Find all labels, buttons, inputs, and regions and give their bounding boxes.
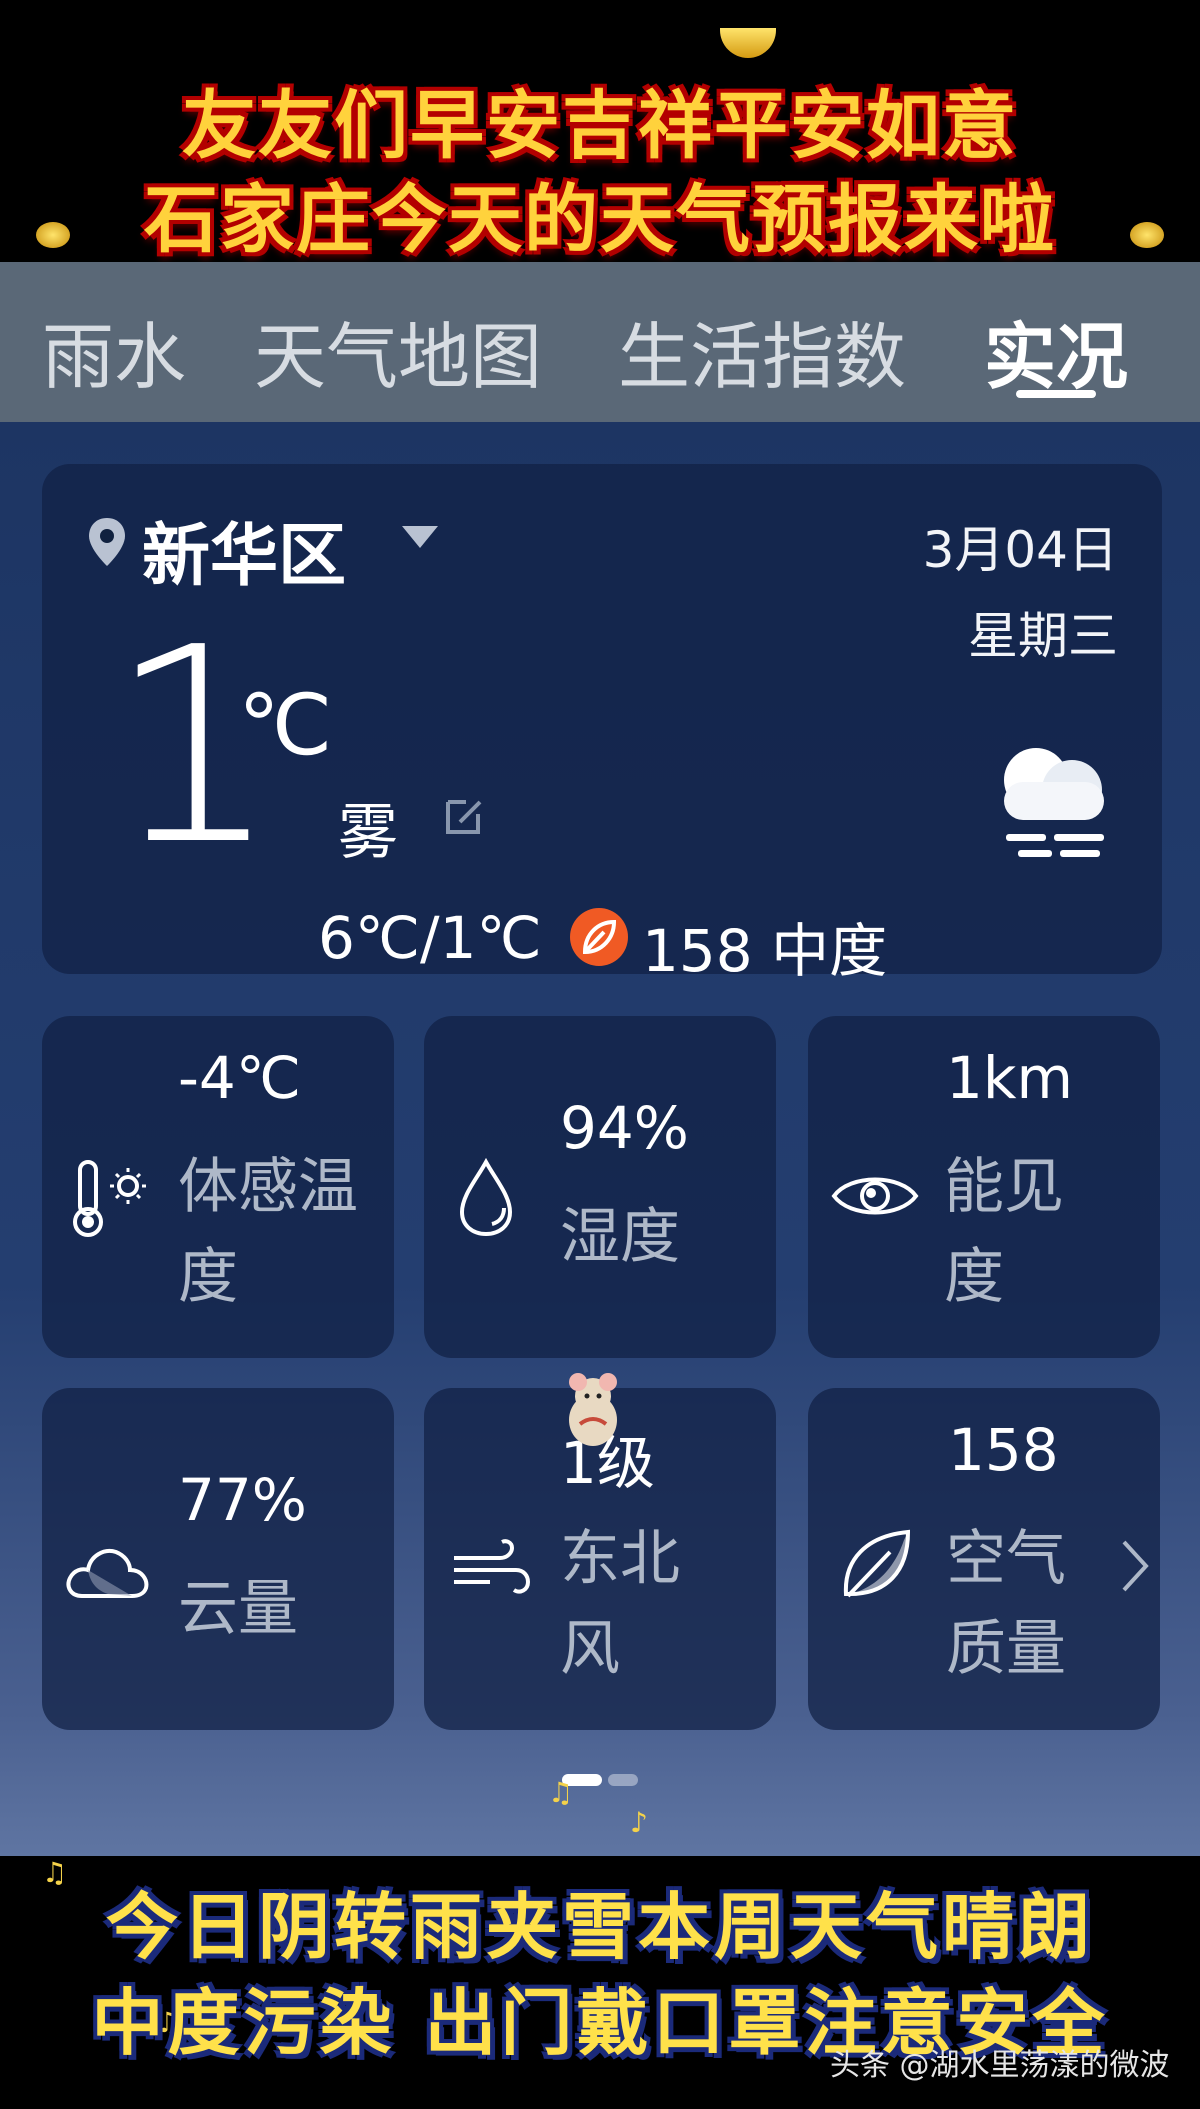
wind-icon <box>454 1539 531 1594</box>
eye-icon <box>831 1177 919 1215</box>
page-dot <box>608 1774 638 1786</box>
location-name[interactable]: 新华区 <box>142 500 346 599</box>
cloud-cover-value: 77% <box>178 1466 307 1534</box>
cloud-icon <box>66 1549 149 1598</box>
visibility-label: 能见度 <box>944 1152 1064 1312</box>
weekday: 星期三 <box>968 607 1118 665</box>
humidity-value: 94% <box>560 1094 689 1162</box>
wind-direction-label: 东北风 <box>560 1524 680 1684</box>
active-tab-indicator <box>1016 390 1096 398</box>
location-pin-icon <box>89 518 125 566</box>
banner-line-1: 友友们早安吉祥平安如意 <box>182 83 1018 169</box>
subtitle-line-1: 今日阴转雨夹雪本周天气晴朗 <box>105 1885 1094 1969</box>
air-quality-label: 空气质量 <box>946 1524 1066 1684</box>
tab-weather-map[interactable]: 天气地图 <box>254 298 542 403</box>
mouse-sticker-icon <box>569 1373 617 1446</box>
current-weather-card: 新华区 3月04日 星期三 1 ℃ 雾 6℃/1℃ 158 中度 <box>42 464 1162 985</box>
visibility-value: 1km <box>946 1044 1073 1112</box>
tab-live[interactable]: 实况 <box>984 298 1128 403</box>
fog-icon <box>1004 748 1104 857</box>
humidity-label: 湿度 <box>560 1202 680 1272</box>
feels-like-tile[interactable]: -4℃ 体感温度 <box>42 1016 394 1358</box>
top-banner: 友友们早安吉祥平安如意 石家庄今天的天气预报来啦 <box>0 0 1200 263</box>
tab-life-index[interactable]: 生活指数 <box>618 298 906 403</box>
feels-like-value: -4℃ <box>178 1044 301 1112</box>
air-quality-value: 158 <box>948 1416 1059 1484</box>
tab-bar: 雨水 天气地图 生活指数 实况 <box>0 262 1200 422</box>
watermark: 头条 @湖水里荡漾的微波 <box>830 2048 1170 2083</box>
chevron-right-icon[interactable] <box>1120 1538 1150 1594</box>
cloud-cover-label: 云量 <box>178 1574 298 1644</box>
leaf-icon <box>843 1529 911 1598</box>
weather-condition: 雾 <box>338 798 398 868</box>
water-drop-icon <box>459 1157 513 1237</box>
humidity-tile[interactable]: 94% 湿度 <box>424 1016 776 1358</box>
temperature-range: 6℃/1℃ <box>318 904 542 972</box>
aqi-summary[interactable]: 158 中度 <box>642 904 887 988</box>
visibility-tile[interactable]: 1km 能见度 <box>808 1016 1160 1358</box>
temperature-unit: ℃ <box>238 676 333 774</box>
edit-icon[interactable] <box>440 790 490 840</box>
gold-ingot-icon <box>720 28 776 58</box>
page-indicator <box>562 1774 638 1786</box>
app-content: 新华区 3月04日 星期三 1 ℃ 雾 6℃/1℃ 158 中度 -4℃ 体感温… <box>0 422 1200 1856</box>
banner-line-2: 石家庄今天的天气预报来啦 <box>144 177 1056 263</box>
air-quality-tile[interactable]: 158 空气质量 <box>808 1388 1160 1730</box>
music-note-icon: ♪ <box>630 1806 648 1839</box>
leaf-icon <box>570 908 628 966</box>
chevron-down-icon[interactable] <box>402 526 438 548</box>
music-note-icon: ♫ <box>548 1776 574 1809</box>
feels-like-label: 体感温度 <box>178 1152 358 1312</box>
date: 3月04日 <box>922 521 1118 579</box>
cloud-cover-tile[interactable]: 77% 云量 <box>42 1388 394 1730</box>
tab-rain[interactable]: 雨水 <box>42 298 186 403</box>
thermometer-sun-icon <box>73 1160 146 1237</box>
